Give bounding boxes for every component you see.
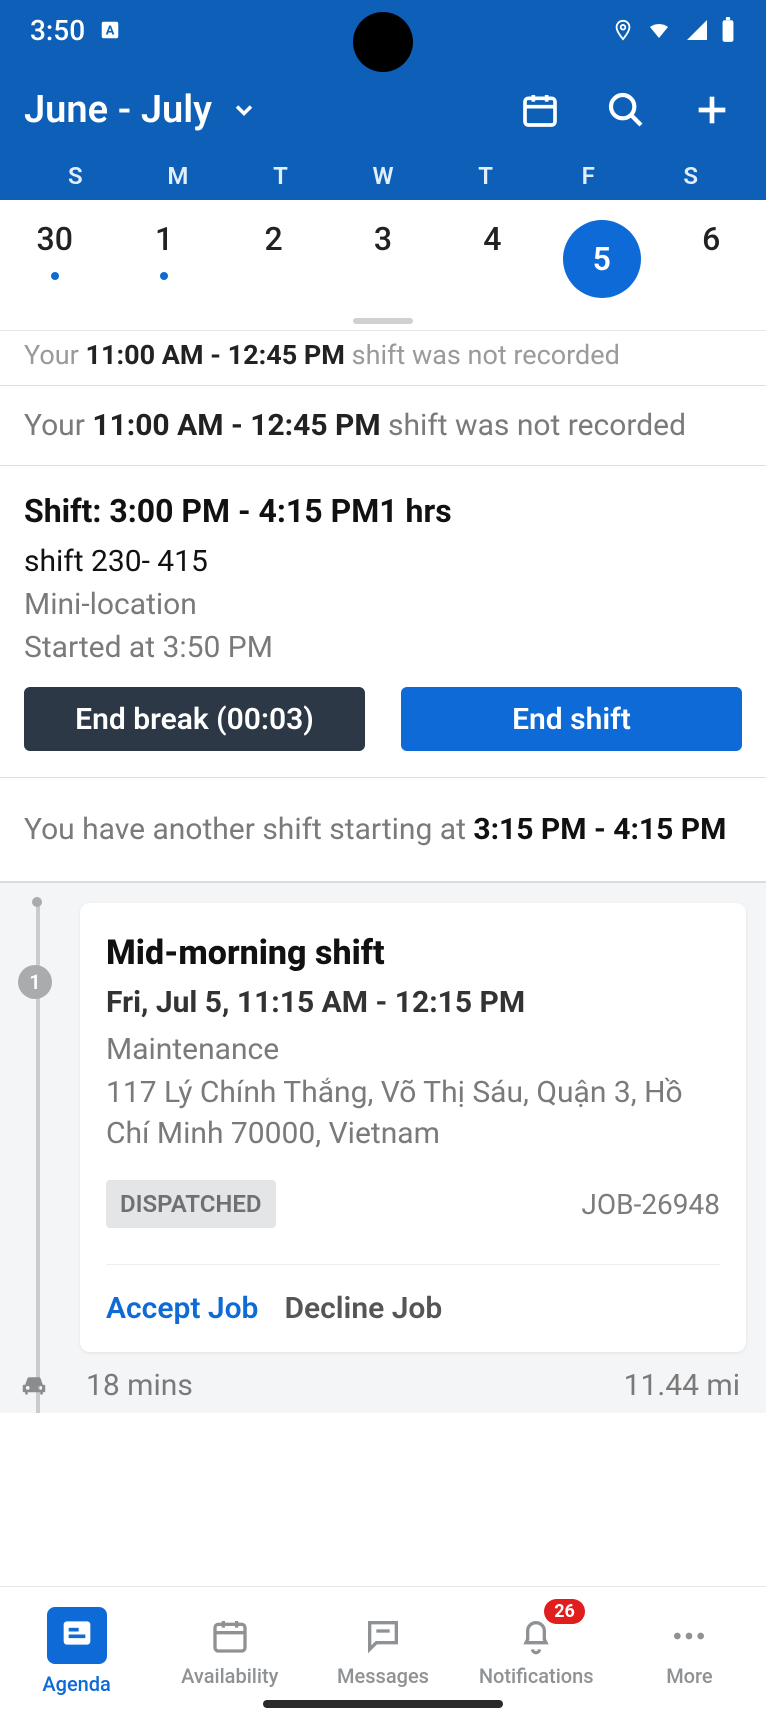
timeline-step-badge: 1 (18, 965, 52, 999)
calendar-icon[interactable] (520, 90, 560, 130)
nav-label: Agenda (42, 1672, 111, 1696)
app-indicator-icon: A (99, 19, 121, 41)
shift-title: Shift: 3:00 PM - 4:15 PM1 hrs (24, 492, 742, 530)
chevron-down-icon (230, 96, 258, 124)
date-cell[interactable]: 30 (0, 220, 109, 320)
job-timeline: 1 Mid-morning shift Fri, Jul 5, 11:15 AM… (0, 883, 766, 1413)
location-icon (612, 16, 634, 44)
job-title: Mid-morning shift (106, 933, 720, 973)
shift-location: Mini-location (24, 587, 742, 622)
shift-alert-cropped[interactable]: Your 11:00 AM - 12:45 PM shift was not r… (0, 331, 766, 386)
bottom-nav: Agenda Availability Messages 26 Notifica… (0, 1586, 766, 1716)
agenda-list[interactable]: Your 11:00 AM - 12:45 PM shift was not r… (0, 331, 766, 1413)
nav-label: Notifications (479, 1664, 594, 1688)
nav-label: Availability (181, 1664, 278, 1688)
weekday-label: T (229, 162, 332, 190)
shift-started: Started at 3:50 PM (24, 630, 742, 665)
nav-more[interactable]: More (613, 1587, 766, 1716)
job-card[interactable]: Mid-morning shift Fri, Jul 5, 11:15 AM -… (80, 903, 746, 1352)
date-cell[interactable]: 4 (438, 220, 547, 320)
wifi-icon (644, 18, 674, 42)
weekday-label: W (332, 162, 435, 190)
weekday-label: S (24, 162, 127, 190)
upcoming-shift-notice[interactable]: You have another shift starting at 3:15 … (0, 778, 766, 883)
signal-icon (684, 18, 710, 42)
job-status-badge: DISPATCHED (106, 1180, 276, 1228)
date-cell[interactable]: 6 (657, 220, 766, 320)
battery-icon (720, 17, 736, 43)
notification-count-badge: 26 (544, 1599, 585, 1624)
date-cell[interactable]: 1 (109, 220, 218, 320)
car-icon (16, 1371, 52, 1401)
date-cell-selected[interactable]: 5 (547, 220, 656, 320)
agenda-icon (57, 1613, 97, 1653)
status-time: 3:50 (30, 14, 85, 47)
month-range-label: June - July (24, 88, 212, 132)
travel-time: 18 mins (86, 1368, 193, 1403)
date-strip[interactable]: 30 1 2 3 4 5 6 (0, 200, 766, 331)
current-shift-card: Shift: 3:00 PM - 4:15 PM1 hrs shift 230-… (0, 466, 766, 778)
app-header: June - July S M T W T F S (0, 60, 766, 200)
more-icon (669, 1616, 709, 1656)
camera-notch (353, 12, 413, 72)
svg-text:A: A (106, 24, 115, 39)
job-time: Fri, Jul 5, 11:15 AM - 12:15 PM (106, 985, 720, 1020)
nav-messages[interactable]: Messages (306, 1587, 459, 1716)
weekday-label: S (639, 162, 742, 190)
search-icon[interactable] (606, 90, 646, 130)
weekday-label: T (434, 162, 537, 190)
date-cell[interactable]: 3 (328, 220, 437, 320)
date-cell[interactable]: 2 (219, 220, 328, 320)
weekday-label: M (127, 162, 230, 190)
job-address: 117 Lý Chính Thắng, Võ Thị Sáu, Quận 3, … (106, 1073, 720, 1154)
messages-icon (363, 1616, 403, 1656)
plus-icon[interactable] (692, 90, 732, 130)
timeline-dot (32, 897, 42, 907)
nav-availability[interactable]: Availability (153, 1587, 306, 1716)
nav-notifications[interactable]: 26 Notifications (460, 1587, 613, 1716)
accept-job-button[interactable]: Accept Job (106, 1291, 258, 1326)
job-type: Maintenance (106, 1032, 720, 1067)
nav-agenda[interactable]: Agenda (0, 1587, 153, 1716)
nav-label: More (666, 1664, 712, 1688)
month-range-picker[interactable]: June - July (24, 88, 258, 132)
weekday-label: F (537, 162, 640, 190)
drag-handle[interactable] (353, 318, 413, 324)
travel-distance: 11.44 mi (624, 1368, 740, 1403)
weekday-header: S M T W T F S (24, 162, 742, 200)
nav-label: Messages (337, 1664, 429, 1688)
decline-job-button[interactable]: Decline Job (284, 1291, 442, 1326)
travel-info: 18 mins 11.44 mi (80, 1352, 746, 1413)
end-break-button[interactable]: End break (00:03) (24, 687, 365, 751)
end-shift-button[interactable]: End shift (401, 687, 742, 751)
home-bar[interactable] (263, 1700, 503, 1708)
availability-icon (210, 1616, 250, 1656)
shift-alert[interactable]: Your 11:00 AM - 12:45 PM shift was not r… (0, 386, 766, 466)
event-dot (160, 272, 168, 280)
shift-name: shift 230- 415 (24, 544, 742, 579)
job-id: JOB-26948 (581, 1188, 720, 1221)
event-dot (51, 272, 59, 280)
